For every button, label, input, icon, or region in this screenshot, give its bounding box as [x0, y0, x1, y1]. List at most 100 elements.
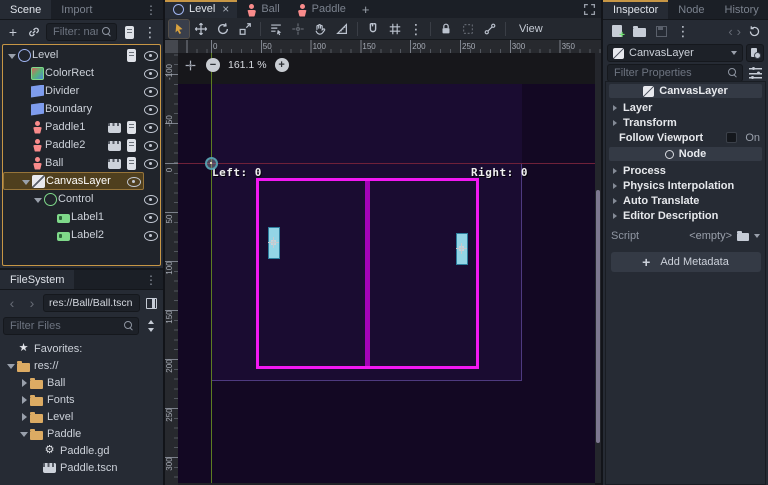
new-scene-tab-button[interactable]: +	[354, 0, 378, 18]
tab-node[interactable]: Node	[668, 0, 714, 19]
fs-row-paddle-tscn[interactable]: Paddle.tscn	[0, 459, 163, 476]
property-group-transform[interactable]: Transform	[609, 115, 762, 130]
fs-row-favorites[interactable]: ★Favorites:	[0, 340, 163, 357]
eye-icon[interactable]	[144, 49, 157, 62]
expand-chevron-icon[interactable]	[19, 410, 30, 423]
smart-snap-button[interactable]	[363, 20, 383, 38]
property-filter-input[interactable]	[607, 64, 743, 82]
property-group-layer[interactable]: Layer	[609, 100, 762, 115]
edited-node-selector[interactable]: CanvasLayer	[607, 44, 743, 62]
split-mode-button[interactable]	[142, 294, 160, 312]
pivot-tool-button[interactable]	[288, 20, 308, 38]
rotate-tool-button[interactable]	[213, 20, 233, 38]
add-node-button[interactable]: +	[4, 23, 22, 41]
fs-row-res[interactable]: res://	[0, 357, 163, 374]
scene-tab-paddle[interactable]: Paddle	[288, 0, 354, 18]
tab-scene[interactable]: Scene	[0, 0, 51, 19]
tab-inspector[interactable]: Inspector	[603, 0, 668, 19]
script-icon[interactable]	[127, 157, 136, 170]
eye-icon[interactable]	[144, 193, 157, 206]
collapse-chevron-icon[interactable]	[33, 193, 44, 206]
save-resource-button[interactable]	[652, 22, 670, 40]
eye-icon[interactable]	[144, 211, 157, 224]
expand-chevron-icon[interactable]	[19, 393, 30, 406]
category-node[interactable]: Node	[609, 147, 762, 161]
scene-tree-row-control[interactable]: Control	[3, 190, 160, 208]
fs-row-ball[interactable]: Ball	[0, 374, 163, 391]
close-scene-tab-button[interactable]: ×	[222, 2, 229, 16]
property-group-auto-translate[interactable]: Auto Translate	[609, 193, 762, 208]
history-forward-button[interactable]: ›	[737, 24, 741, 39]
tab-filesystem[interactable]: FileSystem	[0, 270, 74, 289]
eye-icon[interactable]	[127, 175, 140, 188]
filesystem-menu-icon[interactable]: ⋮	[139, 270, 163, 289]
origin-gizmo[interactable]	[205, 157, 218, 170]
movie-icon[interactable]	[108, 159, 121, 169]
snap-options-menu[interactable]: ⋮	[407, 20, 425, 38]
scene-tree-row-label2[interactable]: Label2	[3, 226, 160, 244]
skeleton-options-button[interactable]	[480, 20, 500, 38]
collapse-chevron-icon[interactable]	[7, 49, 18, 62]
scene-tree-row-canvaslayer[interactable]: CanvasLayer	[3, 172, 144, 190]
property-group-editor-description[interactable]: Editor Description	[609, 208, 762, 223]
attach-script-button[interactable]	[120, 23, 138, 41]
eye-icon[interactable]	[144, 67, 157, 80]
list-select-tool-button[interactable]	[266, 20, 286, 38]
fs-row-level[interactable]: Level	[0, 408, 163, 425]
forward-button[interactable]: ›	[23, 294, 41, 312]
tab-import[interactable]: Import	[51, 0, 102, 19]
scene-tree-row-level[interactable]: Level	[3, 46, 160, 64]
ruler-tool-button[interactable]	[332, 20, 352, 38]
fs-row-paddle-gd[interactable]: ⚙Paddle.gd	[0, 442, 163, 459]
zoom-level-label[interactable]: 161.1 %	[228, 59, 267, 71]
script-icon[interactable]	[127, 49, 136, 62]
pan-tool-button[interactable]	[310, 20, 330, 38]
collapse-chevron-icon[interactable]	[6, 359, 17, 372]
sort-files-button[interactable]	[142, 317, 160, 335]
fs-row-paddle[interactable]: Paddle	[0, 425, 163, 442]
scene-tree-row-ball[interactable]: Ball	[3, 154, 160, 172]
scene-tree-row-colorrect[interactable]: ColorRect	[3, 64, 160, 82]
load-resource-button[interactable]	[630, 22, 648, 40]
category-canvaslayer[interactable]: CanvasLayer	[609, 84, 762, 98]
view-menu-button[interactable]: View	[511, 23, 551, 35]
add-metadata-button[interactable]: +Add Metadata	[611, 252, 761, 272]
scene-tree-row-paddle1[interactable]: Paddle1	[3, 118, 160, 136]
eye-icon[interactable]	[144, 229, 157, 242]
scene-tab-level[interactable]: Level×	[165, 0, 237, 18]
script-icon[interactable]	[127, 121, 136, 134]
scene-tree-row-divider[interactable]: Divider	[3, 82, 160, 100]
scene-tab-ball[interactable]: Ball	[237, 0, 287, 18]
scene-dock-menu-icon[interactable]: ⋮	[139, 0, 163, 19]
lock-node-button[interactable]	[436, 20, 456, 38]
new-resource-button[interactable]	[608, 22, 626, 40]
paddle1-node[interactable]	[268, 227, 280, 259]
scene-tree-row-label1[interactable]: Label1	[3, 208, 160, 226]
fs-row-fonts[interactable]: Fonts	[0, 391, 163, 408]
open-docs-button[interactable]	[746, 44, 764, 62]
move-tool-button[interactable]	[191, 20, 211, 38]
2d-canvas[interactable]: Left: 0 Right: 0 − 161.1 % +	[178, 53, 601, 485]
current-path[interactable]: res://Ball/Ball.tscn	[43, 294, 140, 312]
eye-icon[interactable]	[144, 103, 157, 116]
property-group-process[interactable]: Process	[609, 163, 762, 178]
movie-icon[interactable]	[108, 141, 121, 151]
instance-scene-button[interactable]	[25, 23, 43, 41]
script-value[interactable]: <empty>	[689, 230, 732, 242]
eye-icon[interactable]	[144, 85, 157, 98]
chevron-down-icon[interactable]	[754, 234, 760, 238]
paddle2-node[interactable]	[456, 233, 468, 265]
scale-tool-button[interactable]	[235, 20, 255, 38]
center-view-icon[interactable]	[184, 59, 197, 72]
canvas-vscrollbar-thumb[interactable]	[596, 190, 600, 443]
follow-viewport-checkbox[interactable]	[726, 132, 737, 143]
movie-icon[interactable]	[108, 123, 121, 133]
back-button[interactable]: ‹	[3, 294, 21, 312]
scene-tree-row-paddle2[interactable]: Paddle2	[3, 136, 160, 154]
script-icon[interactable]	[127, 139, 136, 152]
expand-chevron-icon[interactable]	[19, 376, 30, 389]
property-group-physics-interpolation[interactable]: Physics Interpolation	[609, 178, 762, 193]
eye-icon[interactable]	[144, 121, 157, 134]
group-node-button[interactable]	[458, 20, 478, 38]
scene-tree-row-boundary[interactable]: Boundary	[3, 100, 160, 118]
